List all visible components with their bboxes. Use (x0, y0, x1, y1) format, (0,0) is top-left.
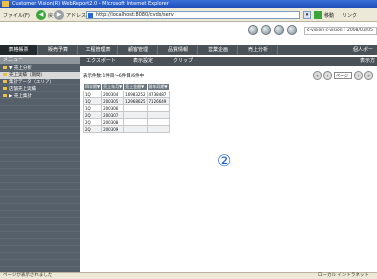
links-button[interactable]: リンク (342, 12, 357, 19)
help-icon[interactable] (274, 25, 284, 35)
sidebar-item-aggregate-data[interactable]: 集計データ（エリア） (0, 79, 80, 86)
tab-sales-analysis[interactable]: 売上分析 (239, 45, 278, 55)
address-dropdown-button[interactable]: ▾ (303, 11, 311, 19)
table-cell: 7126649 (146, 97, 170, 105)
tab-sales-form[interactable]: 表格帳票 (0, 45, 38, 55)
record-count-text: 表示件数:1件目〜6件目/6件中 (83, 74, 145, 79)
column-header-quarter[interactable]: 四半期▼ (82, 83, 103, 91)
folder-icon (3, 73, 7, 76)
window-title-bar: Customer Vision(R) WebReport2.0 - Micros… (0, 0, 377, 8)
zone-text: ローカル イントラネット (318, 273, 369, 278)
folder-icon (3, 87, 7, 90)
display-mode-button[interactable]: 表示方 (360, 57, 375, 66)
table-cell (146, 104, 170, 112)
logout-icon[interactable] (287, 25, 297, 35)
table-cell: 200305 (101, 97, 125, 105)
table-row: 1Q 200306 (82, 104, 170, 112)
display-settings-button[interactable]: 表示設定 (128, 57, 158, 66)
table-cell: 200304 (101, 90, 125, 98)
home-icon[interactable] (248, 25, 258, 35)
sidebar-item-sales-analysis[interactable]: ▼ 売上分析 (0, 65, 80, 72)
refresh-icon[interactable] (261, 25, 271, 35)
table-cell: 2Q (82, 111, 103, 119)
table-row: 1Q 200304 16983252 4738487 (82, 90, 170, 98)
file-menu[interactable]: ファイル(F) (3, 12, 30, 19)
table-cell (146, 111, 170, 119)
table-row: 2Q 200309 (82, 125, 170, 133)
main-content: 表示件数:1件目〜6件目/6件中 « ‹ ページ › » 四半期▼ 売上年月▼ … (80, 66, 377, 279)
table-cell (146, 118, 170, 126)
table-cell: 200306 (101, 104, 125, 112)
status-bar: ページが表示されました ローカル イントラネット (0, 272, 377, 279)
status-text: ページが表示されました (3, 273, 53, 278)
page-select[interactable]: ページ (334, 72, 352, 79)
table-cell: 1Q (82, 90, 103, 98)
table-cell: 4738487 (146, 90, 170, 98)
table-row: 2Q 200307 (82, 111, 170, 119)
column-header-sales[interactable]: 売上金額▼ (123, 83, 148, 91)
address-url[interactable]: http://localhost:8080/cvds/serv (96, 12, 174, 19)
table-row: 1Q 200305 12968625 7126649 (82, 97, 170, 105)
go-button[interactable]: 移動 (324, 12, 334, 19)
table-cell (123, 104, 148, 112)
tab-sales-planning[interactable]: 営業企画 (199, 45, 238, 55)
table-header-row: 四半期▼ 売上年月▼ 売上金額▼ 前年同期▼ (82, 83, 170, 91)
prev-page-icon[interactable]: ‹ (323, 71, 332, 80)
column-header-month[interactable]: 売上年月▼ (101, 83, 125, 91)
annotation-marker: ② (217, 151, 232, 170)
table-cell (123, 118, 148, 126)
tab-process-management[interactable]: 工程管理表 (79, 45, 118, 55)
folder-icon (3, 94, 7, 97)
browser-toolbar: ファイル(F) ◀ 戻る ▶ アドレス(D) http://localhost:… (0, 8, 377, 22)
content-toolbar: エクスポート 表示設定 クリップ 表示方 (80, 57, 377, 66)
window-title: Customer Vision(R) WebReport2.0 - Micros… (12, 1, 169, 7)
export-button[interactable]: エクスポート (86, 57, 116, 66)
ie-icon (2, 1, 9, 7)
table-cell: 2Q (82, 118, 103, 126)
sidebar-item-sales-results[interactable]: 売上実績（期間） (0, 72, 80, 79)
tab-customer-management[interactable]: 顧客管理 (119, 45, 158, 55)
table-cell: 200307 (101, 111, 125, 119)
app-header: c-vision c-vision : 2008/03/05 (0, 22, 377, 37)
user-info: c-vision c-vision : 2008/03/05 (304, 27, 377, 35)
table-cell: 1Q (82, 97, 103, 105)
first-page-icon[interactable]: « (313, 71, 322, 80)
table-cell: 1Q (82, 104, 103, 112)
tab-sales-budget[interactable]: 販売予算 (39, 45, 78, 55)
tab-quality-info[interactable]: 品質情報 (159, 45, 198, 55)
table-cell: 200308 (101, 118, 125, 126)
page-icon (88, 13, 93, 18)
pager: « ‹ ページ › » (313, 71, 375, 80)
table-cell: 200309 (101, 125, 125, 133)
table-cell (123, 111, 148, 119)
folder-icon (3, 80, 7, 83)
sidebar-item-store-sales[interactable]: 店舗売上実績 (0, 86, 80, 93)
sidebar: メニュー ▼ 売上分析 売上実績（期間） 集計データ（エリア） 店舗売上実績 ▶… (0, 57, 80, 279)
go-icon[interactable] (314, 11, 322, 19)
sidebar-item-sales-summary[interactable]: ▶ 売上集計 (0, 93, 80, 100)
table-row: 2Q 200308 (82, 118, 170, 126)
main-tab-bar: 表格帳票 販売予算 工程管理表 顧客管理 品質情報 営業企画 売上分析 個人ポー… (0, 45, 377, 63)
address-bar[interactable]: http://localhost:8080/cvds/serv (86, 11, 300, 19)
clip-button[interactable]: クリップ (168, 57, 198, 66)
table-cell: 16983252 (123, 90, 148, 98)
next-page-icon[interactable]: › (354, 71, 363, 80)
data-table: 四半期▼ 売上年月▼ 売上金額▼ 前年同期▼ 1Q 200304 1698325… (82, 83, 170, 133)
table-cell: 2Q (82, 125, 103, 133)
table-cell (146, 125, 170, 133)
folder-icon (3, 66, 7, 69)
back-button[interactable]: ◀ (36, 10, 46, 20)
table-cell (123, 125, 148, 133)
column-header-prev-year[interactable]: 前年同期▼ (146, 83, 170, 91)
forward-button[interactable]: ▶ (54, 10, 64, 20)
tab-personal-portal[interactable]: 個人ポータ (353, 45, 377, 63)
sidebar-header: メニュー (0, 57, 80, 64)
table-cell: 12968625 (123, 97, 148, 105)
last-page-icon[interactable]: » (364, 71, 373, 80)
